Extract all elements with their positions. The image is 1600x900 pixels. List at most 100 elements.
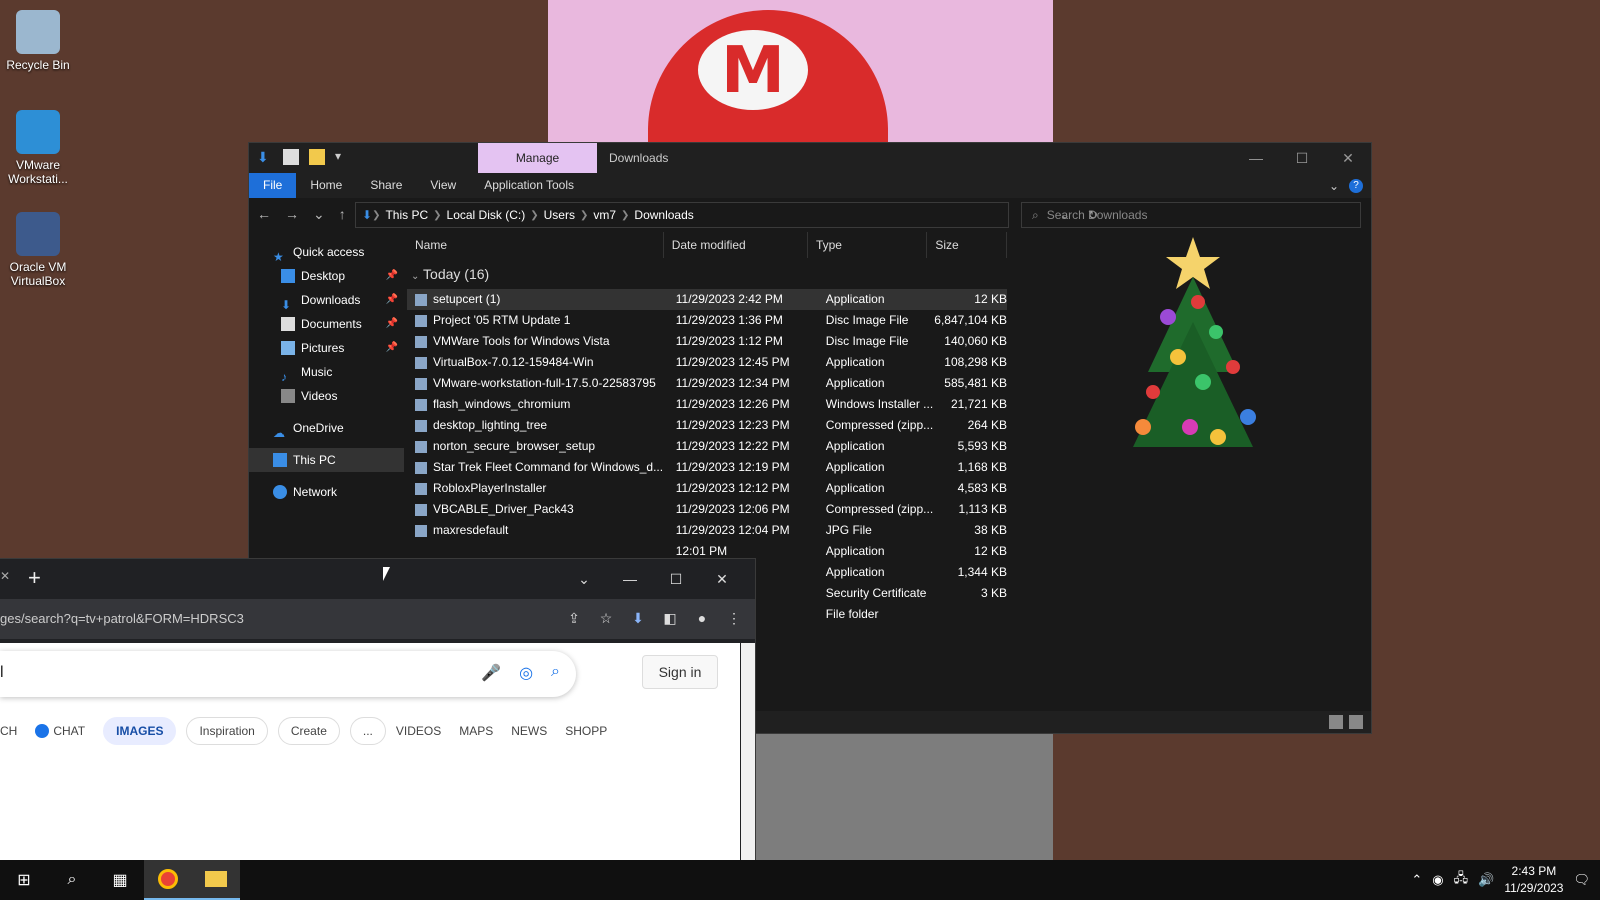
nav-music[interactable]: ♪ Music (249, 360, 404, 384)
nav-documents[interactable]: Documents 📌 (249, 312, 404, 336)
file-row[interactable]: flash_windows_chromium 11/29/2023 12:26 P… (407, 394, 1007, 415)
bing-search-box[interactable]: l 🎤 ◎ ⌕ (0, 651, 576, 697)
download-arrow-icon[interactable]: ⬇ (257, 149, 273, 165)
breadcrumb-users[interactable]: Users (544, 208, 575, 222)
new-tab-button[interactable]: + (28, 565, 41, 591)
scope-shopping[interactable]: SHOPP (565, 724, 607, 738)
breadcrumb-this-pc[interactable]: This PC (385, 208, 428, 222)
expand-ribbon-icon[interactable]: ⌄ (1329, 179, 1339, 193)
page-scrollbar[interactable] (741, 643, 755, 861)
search-icon[interactable]: ⌕ (48, 860, 96, 900)
file-row[interactable]: VMWare Tools for Windows Vista 11/29/2023… (407, 331, 1007, 352)
browser-tab-bar[interactable]: ✕ + ⌄ — ☐ ✕ (0, 559, 755, 599)
desktop-icon-recycle-bin[interactable]: Recycle Bin (0, 10, 76, 72)
file-row[interactable]: VMware-workstation-full-17.5.0-22583795 1… (407, 373, 1007, 394)
chevron-up-icon[interactable]: ⌃ (1411, 872, 1422, 888)
file-row[interactable]: VBCABLE_Driver_Pack43 11/29/2023 12:06 PM… (407, 499, 1007, 520)
column-header-date[interactable]: Date modified (664, 232, 808, 258)
breadcrumb-separator-icon[interactable]: ❯ (530, 210, 538, 221)
file-row[interactable]: Project '05 RTM Update 1 11/29/2023 1:36 … (407, 310, 1007, 331)
nav-quick-access[interactable]: ★ Quick access (249, 240, 404, 264)
scope-maps[interactable]: MAPS (459, 724, 493, 738)
nav-onedrive[interactable]: ☁ OneDrive (249, 416, 404, 440)
file-row[interactable]: desktop_lighting_tree 11/29/2023 12:23 PM… (407, 415, 1007, 436)
customize-qat-icon[interactable]: ▾ (335, 149, 351, 165)
tab-file[interactable]: File (249, 173, 297, 198)
forward-arrow-icon[interactable]: → (285, 206, 299, 223)
file-row[interactable]: maxresdefault 11/29/2023 12:04 PM JPG File… (407, 520, 1007, 541)
task-view-icon[interactable]: ▦ (96, 860, 144, 900)
start-button[interactable]: ⊞ (0, 860, 48, 900)
nav-videos[interactable]: Videos (249, 384, 404, 408)
column-header-name[interactable]: Name (407, 232, 664, 258)
scope-news[interactable]: NEWS (511, 724, 547, 738)
file-row[interactable]: VirtualBox-7.0.12-159484-Win 11/29/2023 1… (407, 352, 1007, 373)
browser-close-button[interactable]: ✕ (699, 565, 745, 593)
properties-icon[interactable] (283, 149, 299, 165)
nav-network[interactable]: Network (249, 480, 404, 504)
tab-search-button[interactable]: ⌄ (561, 565, 607, 593)
share-icon[interactable]: ⇪ (563, 607, 585, 629)
scope-images[interactable]: IMAGES (103, 717, 177, 745)
scope-chat[interactable]: CHAT (35, 724, 85, 739)
search-input[interactable]: l (0, 664, 4, 682)
breadcrumb-vm7[interactable]: vm7 (593, 208, 616, 222)
breadcrumb-separator-icon[interactable]: ❯ (372, 210, 380, 221)
column-header-size[interactable]: Size (927, 232, 1007, 258)
new-folder-icon[interactable] (309, 149, 325, 165)
visual-search-icon[interactable]: ◎ (519, 663, 533, 683)
tab-share[interactable]: Share (356, 173, 416, 198)
nav-downloads[interactable]: ⬇ Downloads 📌 (249, 288, 404, 312)
column-header-type[interactable]: Type (808, 232, 928, 258)
back-arrow-icon[interactable]: ← (257, 206, 271, 223)
network-status-icon[interactable]: 🖧 (1454, 869, 1469, 891)
clock[interactable]: 2:43 PM 11/29/2023 (1504, 863, 1563, 897)
file-row[interactable]: setupcert (1) 11/29/2023 2:42 PM Applicati… (407, 289, 1007, 310)
scope-create[interactable]: Create (277, 717, 340, 745)
file-row[interactable]: Star Trek Fleet Command for Windows_d...… (407, 457, 1007, 478)
breadcrumb-separator-icon[interactable]: ❯ (433, 210, 441, 221)
up-arrow-icon[interactable]: ↑ (339, 206, 346, 223)
url-bar[interactable]: ges/search?q=tv+patrol&FORM=HDRSC3 (0, 611, 244, 626)
search-box[interactable]: ⌕ Search Downloads (1021, 202, 1361, 228)
maximize-button[interactable]: ☐ (1279, 143, 1325, 173)
scope-inspiration[interactable]: Inspiration (186, 717, 268, 745)
volume-icon[interactable]: 🔊 (1478, 872, 1494, 888)
tab-application-tools[interactable]: Application Tools (470, 173, 588, 198)
close-button[interactable]: ✕ (1325, 143, 1371, 173)
download-icon[interactable]: ⬇ (627, 607, 649, 629)
minimize-button[interactable]: — (1233, 143, 1279, 173)
recent-locations-icon[interactable]: ⌄ (313, 206, 325, 223)
scope-more[interactable]: ... (349, 717, 386, 745)
details-view-icon[interactable] (1329, 715, 1343, 729)
tab-close-icon[interactable]: ✕ (0, 569, 10, 583)
bookmark-star-icon[interactable]: ☆ (595, 607, 617, 629)
breadcrumb-separator-icon[interactable]: ❯ (621, 210, 629, 221)
breadcrumb-local-disk[interactable]: Local Disk (C:) (447, 208, 526, 222)
chrome-taskbar-icon[interactable] (144, 860, 192, 900)
pin-icon[interactable]: 📌 (386, 264, 398, 288)
desktop-icon-virtualbox[interactable]: Oracle VM VirtualBox (0, 212, 76, 288)
tab-view[interactable]: View (416, 173, 470, 198)
side-panel-icon[interactable]: ◧ (659, 607, 681, 629)
breadcrumb-downloads[interactable]: Downloads (634, 208, 693, 222)
browser-maximize-button[interactable]: ☐ (653, 565, 699, 593)
large-icons-view-icon[interactable] (1349, 715, 1363, 729)
meet-now-icon[interactable]: ◉ (1432, 872, 1443, 888)
help-icon[interactable]: ? (1349, 178, 1363, 193)
microphone-icon[interactable]: 🎤 (481, 663, 501, 683)
browser-minimize-button[interactable]: — (607, 565, 653, 593)
file-explorer-taskbar-icon[interactable] (192, 860, 240, 900)
nav-desktop[interactable]: Desktop 📌 (249, 264, 404, 288)
profile-avatar-icon[interactable]: ● (691, 607, 713, 629)
explorer-titlebar[interactable]: ⬇ ▾ Manage Downloads — ☐ ✕ (249, 143, 1371, 173)
nav-pictures[interactable]: Pictures 📌 (249, 336, 404, 360)
pin-icon[interactable]: 📌 (386, 312, 398, 336)
pin-icon[interactable]: 📌 (386, 288, 398, 312)
scope-search[interactable]: CH (0, 724, 17, 738)
address-bar[interactable]: ⬇ ❯ This PC ❯ Local Disk (C:) ❯ Users ❯ … (355, 202, 1098, 228)
search-icon[interactable]: ⌕ (551, 663, 560, 683)
tab-manage[interactable]: Manage (478, 143, 597, 173)
nav-this-pc[interactable]: This PC (249, 448, 404, 472)
search-input[interactable]: Search Downloads (1047, 208, 1148, 222)
